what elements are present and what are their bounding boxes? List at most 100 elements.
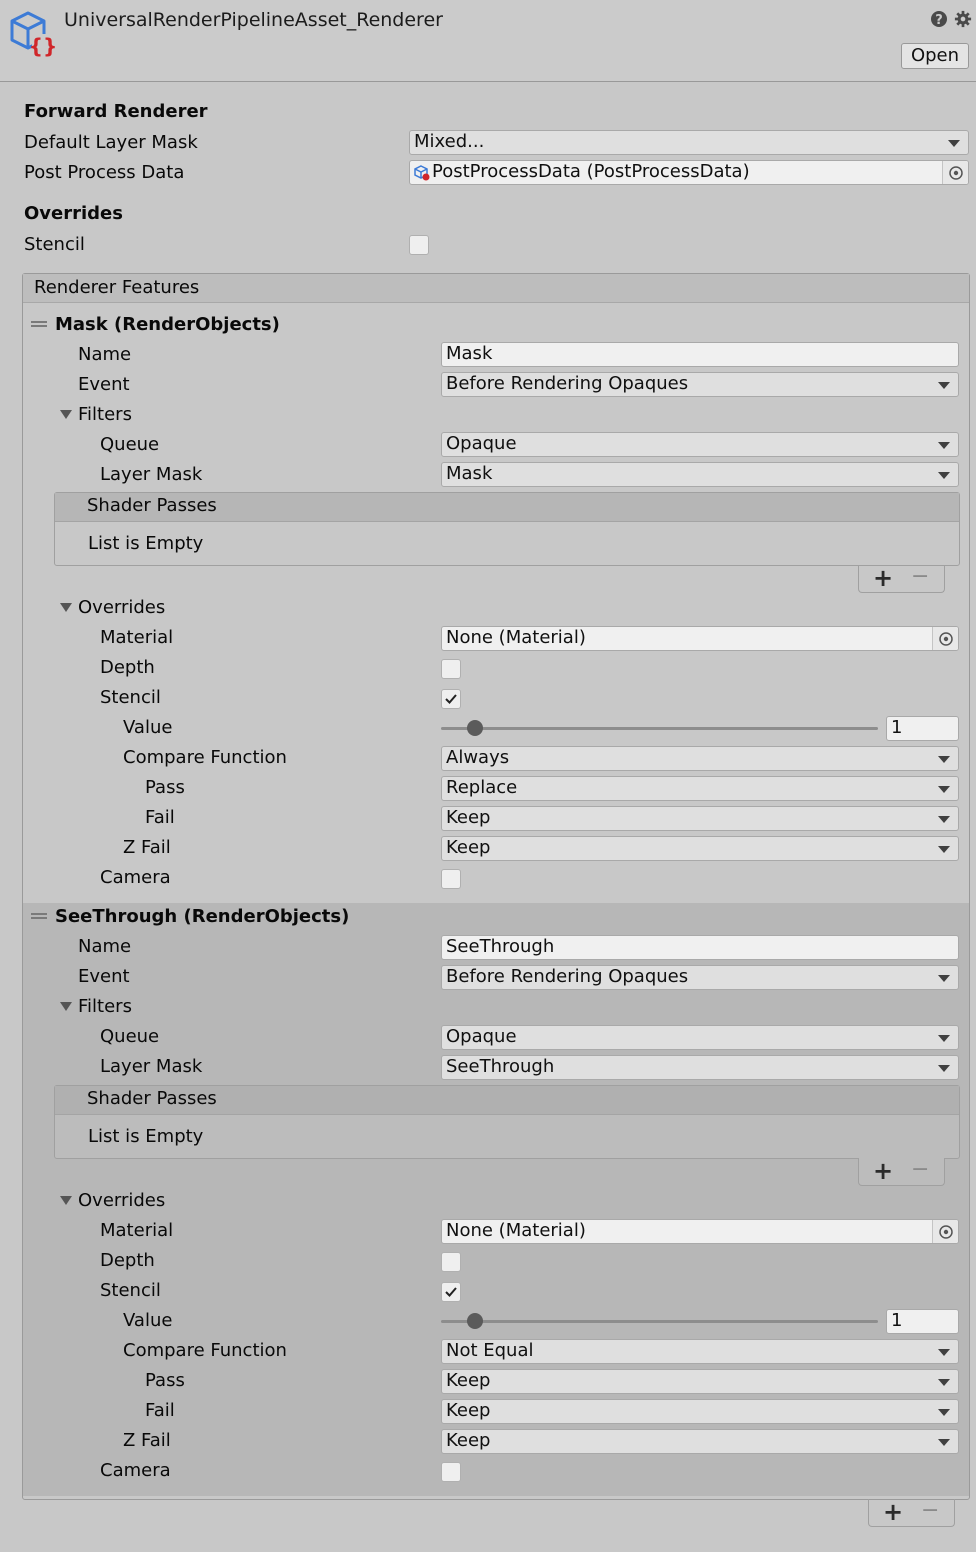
stencil-value-slider-track[interactable] bbox=[441, 727, 878, 730]
post-process-data-field[interactable]: PostProcessData (PostProcessData) bbox=[409, 160, 969, 185]
drag-handle-icon[interactable] bbox=[31, 913, 47, 919]
object-picker-icon bbox=[939, 1225, 953, 1239]
filters-foldout-arrow-icon[interactable] bbox=[60, 1002, 72, 1011]
fail-dropdown[interactable]: Keep bbox=[441, 806, 959, 831]
fail-label: Fail bbox=[145, 1400, 175, 1421]
stencil-value-slider-track[interactable] bbox=[441, 1320, 878, 1323]
stencil-label: Stencil bbox=[100, 687, 161, 708]
stencil-value-slider-handle[interactable] bbox=[467, 720, 483, 736]
fail-value: Keep bbox=[446, 1400, 491, 1421]
queue-dropdown[interactable]: Opaque bbox=[441, 1025, 959, 1050]
drag-handle-icon[interactable] bbox=[31, 321, 47, 327]
layer-mask-dropdown[interactable]: Mask bbox=[441, 462, 959, 487]
gear-icon[interactable] bbox=[954, 9, 972, 29]
open-button[interactable]: Open bbox=[901, 43, 969, 69]
object-picker-button[interactable] bbox=[942, 161, 968, 184]
compare-function-value: Not Equal bbox=[446, 1340, 534, 1361]
material-field[interactable]: None (Material) bbox=[441, 626, 959, 651]
depth-checkbox[interactable] bbox=[441, 659, 461, 679]
object-picker-button[interactable] bbox=[932, 627, 958, 650]
renderer-features-footer bbox=[868, 1499, 955, 1527]
camera-checkbox[interactable] bbox=[441, 869, 461, 889]
add-shader-pass-button[interactable]: + bbox=[873, 1159, 893, 1183]
default-layer-mask-dropdown[interactable]: Mixed... bbox=[409, 130, 969, 155]
z-fail-dropdown[interactable]: Keep bbox=[441, 836, 959, 861]
depth-label: Depth bbox=[100, 657, 155, 678]
shader-passes-label: Shader Passes bbox=[87, 495, 217, 516]
stencil-value-input[interactable]: 1 bbox=[886, 1309, 959, 1334]
filters-label[interactable]: Filters bbox=[78, 403, 132, 427]
compare-function-dropdown[interactable]: Always bbox=[441, 746, 959, 771]
queue-label: Queue bbox=[100, 1026, 160, 1047]
svg-text:?: ? bbox=[935, 13, 943, 28]
layer-mask-dropdown[interactable]: SeeThrough bbox=[441, 1055, 959, 1080]
overrides-foldout-arrow-icon[interactable] bbox=[60, 603, 72, 612]
shader-passes-footer bbox=[858, 1158, 945, 1186]
renderer-features-title: Renderer Features bbox=[34, 277, 200, 298]
event-dropdown[interactable]: Before Rendering Opaques bbox=[441, 372, 959, 397]
feature-name-label: Name bbox=[78, 344, 132, 365]
depth-checkbox[interactable] bbox=[441, 1252, 461, 1272]
z-fail-dropdown[interactable]: Keep bbox=[441, 1429, 959, 1454]
event-dropdown[interactable]: Before Rendering Opaques bbox=[441, 965, 959, 990]
object-picker-button[interactable] bbox=[932, 1220, 958, 1243]
stencil-checkbox[interactable] bbox=[441, 689, 461, 709]
material-field[interactable]: None (Material) bbox=[441, 1219, 959, 1244]
filters-foldout-arrow-icon[interactable] bbox=[60, 410, 72, 419]
pass-dropdown[interactable]: Replace bbox=[441, 776, 959, 801]
feature-title[interactable]: SeeThrough (RenderObjects) bbox=[55, 905, 349, 929]
feature-overrides-label[interactable]: Overrides bbox=[78, 1189, 165, 1213]
layer-mask-label: Layer Mask bbox=[100, 464, 203, 485]
z-fail-value: Keep bbox=[446, 837, 491, 858]
compare-function-dropdown[interactable]: Not Equal bbox=[441, 1339, 959, 1364]
forward-renderer-heading: Forward Renderer bbox=[24, 101, 208, 122]
checkmark-icon bbox=[445, 1287, 457, 1297]
feature-title[interactable]: Mask (RenderObjects) bbox=[55, 313, 280, 337]
remove-shader-pass-button[interactable]: − bbox=[911, 566, 929, 588]
overrides-stencil-checkbox[interactable] bbox=[409, 235, 429, 255]
feature-overrides-label[interactable]: Overrides bbox=[78, 596, 165, 620]
overrides-foldout-arrow-icon[interactable] bbox=[60, 1196, 72, 1205]
shader-passes-empty-text: List is Empty bbox=[88, 533, 204, 554]
stencil-value-label: Value bbox=[123, 1310, 173, 1331]
window-title: UniversalRenderPipelineAsset_Renderer bbox=[64, 9, 443, 31]
material-value: None (Material) bbox=[446, 627, 586, 648]
feature-name-input[interactable]: Mask bbox=[441, 342, 959, 367]
post-process-data-label: Post Process Data bbox=[24, 162, 185, 183]
camera-label: Camera bbox=[100, 867, 171, 888]
event-value: Before Rendering Opaques bbox=[446, 966, 689, 987]
overrides-heading: Overrides bbox=[24, 203, 123, 224]
material-label: Material bbox=[100, 627, 174, 648]
camera-checkbox[interactable] bbox=[441, 1462, 461, 1482]
queue-label: Queue bbox=[100, 434, 160, 455]
stencil-value-input[interactable]: 1 bbox=[886, 716, 959, 741]
stencil-label: Stencil bbox=[100, 1280, 161, 1301]
remove-renderer-feature-button[interactable]: − bbox=[921, 1500, 939, 1522]
shader-passes-empty-text: List is Empty bbox=[88, 1126, 204, 1147]
add-renderer-feature-button[interactable]: + bbox=[883, 1500, 903, 1524]
object-picker-icon bbox=[949, 166, 963, 180]
remove-shader-pass-button[interactable]: − bbox=[911, 1159, 929, 1181]
shader-passes-label: Shader Passes bbox=[87, 1088, 217, 1109]
queue-dropdown[interactable]: Opaque bbox=[441, 432, 959, 457]
add-shader-pass-button[interactable]: + bbox=[873, 566, 893, 590]
default-layer-mask-label: Default Layer Mask bbox=[24, 132, 198, 153]
shader-passes-footer bbox=[858, 565, 945, 593]
stencil-checkbox[interactable] bbox=[441, 1282, 461, 1302]
object-picker-icon bbox=[939, 632, 953, 646]
pass-value: Replace bbox=[446, 777, 518, 798]
fail-dropdown[interactable]: Keep bbox=[441, 1399, 959, 1424]
material-label: Material bbox=[100, 1220, 174, 1241]
compare-function-value: Always bbox=[446, 747, 510, 768]
stencil-value-slider-handle[interactable] bbox=[467, 1313, 483, 1329]
z-fail-value: Keep bbox=[446, 1430, 491, 1451]
help-icon[interactable]: ? bbox=[930, 10, 948, 28]
camera-label: Camera bbox=[100, 1460, 171, 1481]
pass-dropdown[interactable]: Keep bbox=[441, 1369, 959, 1394]
post-process-data-asset-icon bbox=[414, 165, 430, 181]
depth-label: Depth bbox=[100, 1250, 155, 1271]
queue-value: Opaque bbox=[446, 1026, 517, 1047]
filters-label[interactable]: Filters bbox=[78, 995, 132, 1019]
event-label: Event bbox=[78, 374, 130, 395]
feature-name-input[interactable]: SeeThrough bbox=[441, 935, 959, 960]
